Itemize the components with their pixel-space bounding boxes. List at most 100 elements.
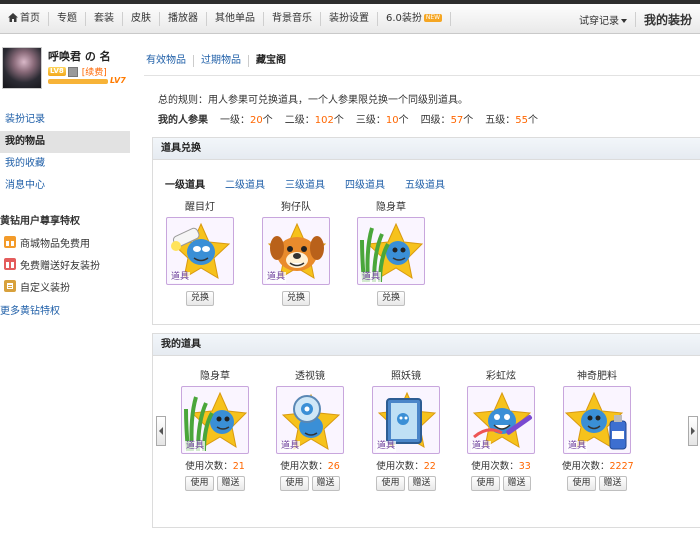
use-count-value: 33 <box>518 461 531 472</box>
use-button[interactable]: 使用 <box>471 476 500 491</box>
item-tag: 道具 <box>266 272 287 283</box>
username[interactable]: 呼唤君 の 名 <box>48 48 111 64</box>
demon-mirror-item-image[interactable]: 道具 <box>372 386 440 454</box>
item-name: 狗仔队 <box>281 202 311 213</box>
item-tag: 道具 <box>170 272 191 283</box>
tab-level-3[interactable]: 三级道具 <box>285 176 325 191</box>
item-name: 醒目灯 <box>185 202 215 213</box>
invisibility-grass-item-image[interactable]: 道具 <box>357 217 425 285</box>
sidebar-menu: 装扮记录 我的物品 我的收藏 消息中心 <box>0 109 130 197</box>
more-vip-privileges-link[interactable]: 更多黄钻特权 <box>0 302 60 317</box>
item-tag: 道具 <box>471 441 492 452</box>
use-count-label: 使用次数： <box>376 461 424 472</box>
rainbow-item-image[interactable]: 道具 <box>467 386 535 454</box>
tab-level-5[interactable]: 五级道具 <box>405 176 445 191</box>
ticket-count: 55 <box>515 115 529 126</box>
ticket-level-label: 一级： <box>220 115 250 126</box>
main-tabs: 有效物品 过期物品 藏宝阁 <box>146 55 293 67</box>
gift-button[interactable]: 赠送 <box>216 476 245 491</box>
nav-dress-60[interactable]: 6.0装扮 NEW <box>378 11 452 26</box>
exchange-button[interactable]: 兑换 <box>185 291 214 306</box>
perspective-mirror-item-image[interactable]: 道具 <box>276 386 344 454</box>
nav-dress-settings[interactable]: 装扮设置 <box>321 11 378 26</box>
nav-home[interactable]: 首页 <box>0 11 49 26</box>
rules-text: 总的规则：用人参果可兑换道具，一个人参果限兑换一个同级别道具。 <box>158 95 468 106</box>
sidebar-item-dress-record[interactable]: 装扮记录 <box>0 109 130 131</box>
tab-level-4[interactable]: 四级道具 <box>345 176 385 191</box>
scroll-right-button[interactable] <box>688 416 698 446</box>
item-name: 神奇肥料 <box>577 371 617 382</box>
caret-down-icon <box>620 18 627 23</box>
nav-bg-music[interactable]: 背景音乐 <box>264 11 321 26</box>
my-dress-link[interactable]: 我的装扮 <box>636 11 700 28</box>
sidebar-item-my-items[interactable]: 我的物品 <box>0 131 130 153</box>
ticket-count: 20 <box>250 115 263 126</box>
vip-privileges-list: 商城物品免费用 免费赠送好友装扮 自定义装扮 <box>0 231 138 297</box>
use-button[interactable]: 使用 <box>376 476 405 491</box>
magic-fertilizer-item-image[interactable]: 道具 <box>563 386 631 454</box>
item-name: 隐身草 <box>200 371 230 382</box>
gift-button[interactable]: 赠送 <box>311 476 340 491</box>
tab-treasure[interactable]: 藏宝阁 <box>249 55 293 67</box>
ticket-counts: 我的人参果 一级：20个 二级：102个 三级：10个 四级：57个 五级：55… <box>158 111 550 126</box>
tab-expired-items[interactable]: 过期物品 <box>194 55 249 67</box>
tab-level-1[interactable]: 一级道具 <box>165 176 205 191</box>
item-tag: 道具 <box>567 441 588 452</box>
item-tag: 道具 <box>361 272 382 283</box>
level-tabs: 一级道具 二级道具 三级道具 四级道具 五级道具 <box>165 176 465 191</box>
nav-skins[interactable]: 皮肤 <box>123 11 160 26</box>
nav-suits[interactable]: 套装 <box>86 11 123 26</box>
vip-item-gift-friends[interactable]: 免费赠送好友装扮 <box>0 253 138 275</box>
level-badge: LV7 <box>110 76 126 85</box>
item-name: 彩虹炫 <box>486 371 516 382</box>
use-count: 使用次数：2227 <box>562 458 634 472</box>
nav-players[interactable]: 播放器 <box>160 11 207 26</box>
gift-icon <box>4 236 16 248</box>
custom-icon <box>4 280 16 292</box>
use-button[interactable]: 使用 <box>185 476 214 491</box>
vip-item-custom-dress[interactable]: 自定义装扮 <box>0 275 138 297</box>
ticket-unit: 个 <box>528 115 539 126</box>
use-count-value: 26 <box>327 461 340 472</box>
use-count-label: 使用次数： <box>471 461 519 472</box>
paparazzi-item-image[interactable]: 道具 <box>262 217 330 285</box>
invisibility-grass-item-image[interactable]: 道具 <box>181 386 249 454</box>
ticket-unit: 个 <box>333 115 344 126</box>
item-name: 照妖镜 <box>391 371 421 382</box>
home-icon <box>8 12 18 22</box>
ticket-unit: 个 <box>262 115 273 126</box>
spotlight-item-image[interactable]: 道具 <box>166 217 234 285</box>
gift-button[interactable]: 赠送 <box>502 476 531 491</box>
nav-home-label: 首页 <box>20 12 40 24</box>
my-item: 彩虹炫 道具 使用次数：33 使用 赠送 <box>466 370 536 491</box>
vip-row: LV8 [续费] <box>48 65 107 78</box>
use-button[interactable]: 使用 <box>280 476 309 491</box>
ticket-level-4: 四级：57个 <box>421 111 474 126</box>
tab-valid-items[interactable]: 有效物品 <box>146 55 194 67</box>
renew-link[interactable]: [续费] <box>82 65 107 78</box>
nav-topics[interactable]: 专题 <box>49 11 86 26</box>
item-tag: 道具 <box>185 441 206 452</box>
sidebar-item-favorites[interactable]: 我的收藏 <box>0 153 130 175</box>
sidebar-item-messages[interactable]: 消息中心 <box>0 175 130 197</box>
avatar[interactable] <box>2 47 42 89</box>
vip-item-label: 免费赠送好友装扮 <box>20 260 100 272</box>
vip-item-free-use[interactable]: 商城物品免费用 <box>0 231 138 253</box>
item-name: 隐身草 <box>376 202 406 213</box>
use-count-label: 使用次数： <box>185 461 233 472</box>
trial-record-dropdown[interactable]: 试穿记录 <box>571 11 636 27</box>
exchange-button[interactable]: 兑换 <box>376 291 405 306</box>
nav-other-items[interactable]: 其他单品 <box>207 11 264 26</box>
vip-item-label: 商城物品免费用 <box>20 238 90 250</box>
use-button[interactable]: 使用 <box>567 476 596 491</box>
gift-button[interactable]: 赠送 <box>598 476 627 491</box>
exchange-button[interactable]: 兑换 <box>281 291 310 306</box>
gift-button[interactable]: 赠送 <box>407 476 436 491</box>
use-count-value: 22 <box>423 461 436 472</box>
arrow-left-icon <box>159 427 163 435</box>
exchange-item: 醒目灯 道具 兑换 <box>165 201 235 306</box>
top-nav: 首页 专题 套装 皮肤 播放器 其他单品 背景音乐 装扮设置 6.0装扮 NEW … <box>0 4 700 34</box>
tab-level-2[interactable]: 二级道具 <box>225 176 265 191</box>
scroll-left-button[interactable] <box>156 416 166 446</box>
level-progress-bar <box>48 79 108 84</box>
